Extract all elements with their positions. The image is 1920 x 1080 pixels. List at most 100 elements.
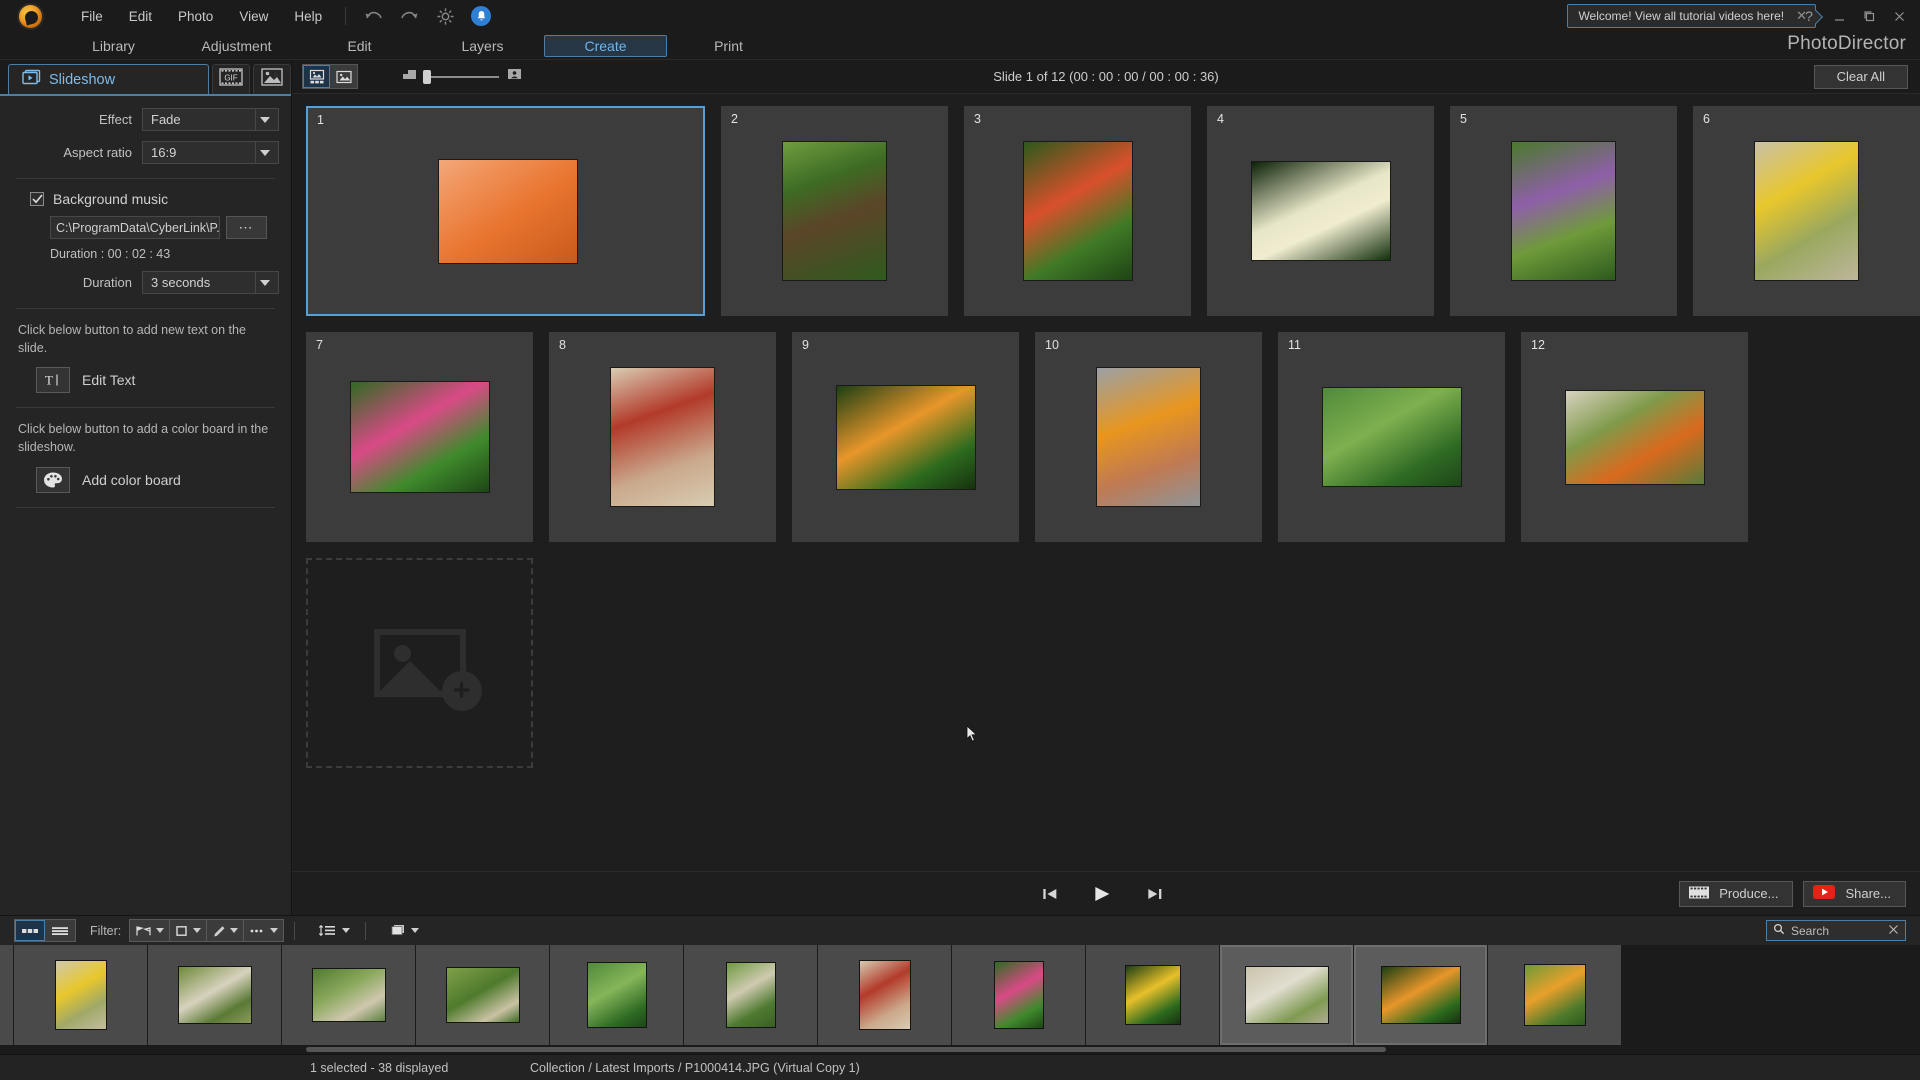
panel-tab-photo-animation[interactable] — [253, 64, 291, 94]
zoom-large-icon[interactable] — [507, 67, 522, 86]
gear-icon[interactable] — [434, 5, 456, 27]
slide-cell[interactable]: 10 — [1035, 332, 1262, 542]
slide-cell[interactable]: 7 — [306, 332, 533, 542]
single-view-icon[interactable] — [330, 65, 357, 88]
filmstrip-thumbnail[interactable] — [1220, 945, 1354, 1045]
more-filter-icon[interactable] — [244, 920, 284, 941]
filmstrip-thumbnail[interactable] — [684, 945, 818, 1045]
slide-cell[interactable]: 3 — [964, 106, 1191, 316]
tab-layers[interactable]: Layers — [421, 35, 544, 57]
sort-icon[interactable] — [313, 920, 355, 941]
menu-item-edit[interactable]: Edit — [116, 4, 165, 29]
flags-filter-icon[interactable] — [130, 920, 171, 941]
skip-previous-icon[interactable] — [1041, 886, 1059, 902]
effect-value: Fade — [151, 112, 181, 127]
add-color-board-row[interactable]: Add color board — [12, 466, 279, 493]
share-button[interactable]: Share... — [1803, 880, 1906, 907]
slide-cell[interactable]: 1 — [305, 105, 706, 317]
tab-create[interactable]: Create — [544, 34, 667, 57]
menu-item-photo[interactable]: Photo — [165, 4, 226, 29]
grid-view-icon[interactable] — [303, 65, 330, 88]
filmstrip-image — [1124, 965, 1181, 1025]
skip-next-icon[interactable] — [1145, 886, 1163, 902]
filmstrip-thumbnail[interactable] — [1354, 945, 1488, 1045]
share-label: Share... — [1845, 886, 1891, 901]
close-button[interactable] — [1884, 1, 1914, 31]
scrollbar-thumb[interactable] — [306, 1047, 1386, 1052]
filmstrip-thumbnail[interactable] — [416, 945, 550, 1045]
slide-duration-row: Duration 3 seconds — [12, 271, 279, 294]
text-tool-icon[interactable]: T — [36, 367, 70, 394]
filmstrip-thumbnail[interactable] — [1086, 945, 1220, 1045]
filmstrip-thumbnail[interactable] — [282, 945, 416, 1045]
play-icon[interactable] — [1091, 884, 1113, 904]
help-button[interactable]: ? — [1794, 1, 1824, 31]
slider-handle[interactable] — [423, 69, 431, 84]
add-slide-placeholder[interactable]: + — [306, 558, 533, 768]
slide-cell[interactable]: 6 — [1693, 106, 1920, 316]
aspect-ratio-select[interactable]: 16:9 — [142, 141, 279, 164]
stack-icon[interactable] — [384, 920, 424, 941]
slide-cell[interactable]: 2 — [721, 106, 948, 316]
tab-adjustment[interactable]: Adjustment — [175, 35, 298, 57]
effect-select[interactable]: Fade — [142, 108, 279, 131]
filmstrip-thumbnail[interactable] — [148, 945, 282, 1045]
rating-filter-icon[interactable] — [170, 920, 208, 941]
slide-thumbnail — [782, 141, 887, 281]
thumbnail-view-icon[interactable] — [15, 920, 45, 941]
edit-filter-icon[interactable] — [207, 920, 245, 941]
edit-text-row[interactable]: T Edit Text — [12, 367, 279, 394]
slide-cell[interactable]: 8 — [549, 332, 776, 542]
minimize-button[interactable] — [1824, 1, 1854, 31]
maximize-button[interactable] — [1854, 1, 1884, 31]
browse-music-button[interactable]: ⋯ — [226, 216, 267, 239]
tab-library[interactable]: Library — [52, 35, 175, 57]
undo-icon[interactable] — [362, 5, 384, 27]
slideshow-settings: Effect Fade Aspect ratio 16:9 Background… — [0, 96, 291, 915]
panel-tab-slideshow[interactable]: Slideshow — [8, 64, 209, 94]
slide-thumbnail — [437, 158, 578, 264]
tab-edit[interactable]: Edit — [298, 35, 421, 57]
playback-controls — [1041, 884, 1163, 904]
thumbnail-size-slider[interactable] — [423, 69, 499, 84]
filmstrip-thumbnail[interactable] — [14, 945, 148, 1045]
menu-item-help[interactable]: Help — [281, 4, 335, 29]
filmstrip-scrollbar[interactable] — [0, 1045, 1920, 1054]
background-music-row[interactable]: Background music — [12, 191, 279, 207]
search-box[interactable]: Search — [1766, 920, 1906, 941]
background-music-checkbox[interactable] — [30, 192, 44, 206]
clear-all-button[interactable]: Clear All — [1813, 64, 1908, 89]
filmstrip-thumbnail[interactable] — [952, 945, 1086, 1045]
redo-icon[interactable] — [398, 5, 420, 27]
menu-item-file[interactable]: File — [68, 4, 116, 29]
produce-button[interactable]: Produce... — [1679, 880, 1794, 907]
slide-cell[interactable]: 9 — [792, 332, 1019, 542]
notification-bell-icon[interactable] — [470, 5, 492, 27]
search-input[interactable]: Search — [1791, 924, 1882, 938]
divider — [16, 407, 275, 409]
filmstrip-thumbnail[interactable] — [550, 945, 684, 1045]
panel-tab-gif[interactable]: GIF — [212, 64, 250, 94]
slide-cell[interactable]: 11 — [1278, 332, 1505, 542]
slide-cell[interactable]: 12 — [1521, 332, 1748, 542]
filmstrip-thumbnail[interactable] — [818, 945, 952, 1045]
title-bar: File Edit Photo View Help Welcome! View … — [0, 0, 1920, 32]
tab-print[interactable]: Print — [667, 35, 790, 57]
filmstrip-thumbnail[interactable] — [1488, 945, 1622, 1045]
slide-cell[interactable]: 4 — [1207, 106, 1434, 316]
slide-number: 1 — [317, 113, 324, 127]
close-icon[interactable] — [1888, 922, 1899, 940]
filmstrip[interactable] — [0, 945, 1920, 1045]
chevron-down-icon — [230, 928, 239, 933]
palette-icon[interactable] — [36, 466, 70, 493]
menu-item-view[interactable]: View — [226, 4, 281, 29]
tutorial-banner[interactable]: Welcome! View all tutorial videos here! … — [1567, 4, 1816, 28]
slide-cell[interactable]: 5 — [1450, 106, 1677, 316]
zoom-small-icon[interactable] — [402, 67, 417, 86]
slide-duration-select[interactable]: 3 seconds — [142, 271, 279, 294]
music-path-field[interactable]: C:\ProgramData\CyberLink\P... — [50, 216, 220, 239]
slide-number: 7 — [316, 338, 323, 352]
filmstrip-items — [14, 945, 1920, 1045]
effect-row: Effect Fade — [12, 108, 279, 131]
list-view-icon[interactable] — [45, 920, 75, 941]
